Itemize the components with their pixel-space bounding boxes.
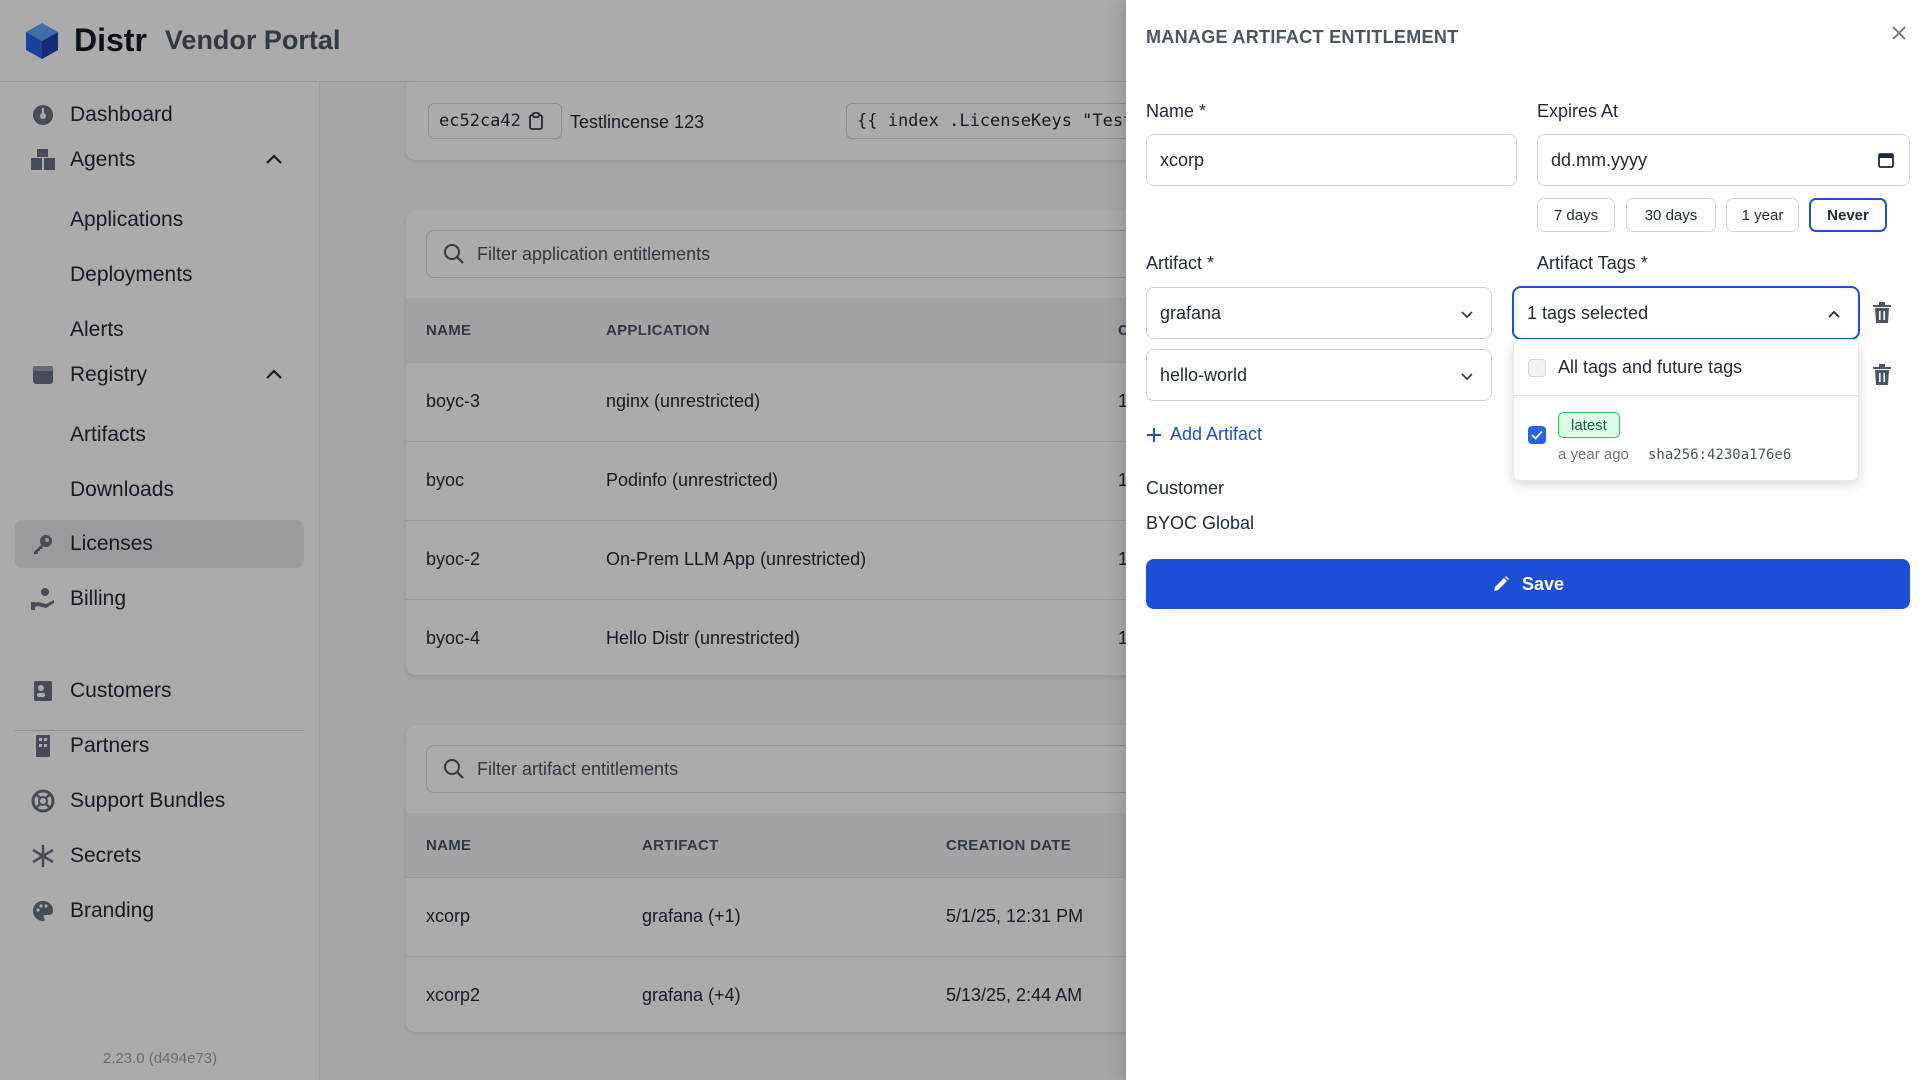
expiry-preset-7-days[interactable]: 7 days — [1537, 198, 1615, 232]
add-artifact-label: Add Artifact — [1170, 424, 1263, 444]
expires-at-placeholder: dd.mm.yyyy — [1551, 149, 1648, 170]
customer-label: Customer — [1146, 478, 1225, 498]
save-button[interactable]: Save — [1146, 559, 1910, 609]
expires-at-label: Expires At — [1537, 101, 1619, 121]
delete-artifact-button[interactable] — [1871, 363, 1893, 387]
trash-icon — [1873, 302, 1891, 323]
pencil-icon — [1493, 576, 1509, 591]
chevron-down-icon — [1461, 373, 1473, 381]
customer-value: BYOC Global — [1146, 513, 1255, 533]
tag-digest: sha256:4230a176e6 — [1648, 447, 1792, 463]
trash-icon — [1873, 364, 1891, 385]
artifact-select-value: grafana — [1160, 302, 1222, 323]
artifact-select-value: hello-world — [1160, 364, 1248, 385]
artifact-tags-summary: 1 tags selected — [1527, 302, 1649, 323]
artifact-tags-select[interactable]: 1 tags selected — [1513, 287, 1859, 339]
expires-at-input[interactable]: dd.mm.yyyy — [1537, 134, 1910, 186]
calendar-icon[interactable] — [1877, 151, 1895, 169]
add-artifact-button[interactable]: Add Artifact — [1146, 424, 1262, 445]
manage-artifact-entitlement-drawer: MANAGE ARTIFACT ENTITLEMENT Name * xcorp… — [1126, 0, 1920, 1080]
close-icon — [1892, 26, 1906, 40]
save-label: Save — [1521, 573, 1565, 594]
all-tags-checkbox[interactable] — [1528, 358, 1546, 377]
artifact-select[interactable]: grafana — [1146, 287, 1492, 339]
tag-option-latest[interactable]: latest a year ago sha256:4230a176e6 — [1514, 397, 1858, 482]
artifact-select[interactable]: hello-world — [1146, 349, 1492, 401]
modal-backdrop[interactable] — [0, 0, 1126, 1080]
name-label: Name * — [1146, 101, 1207, 121]
expiry-preset-1-year[interactable]: 1 year — [1726, 198, 1799, 232]
all-tags-label: All tags and future tags — [1558, 357, 1743, 377]
close-button[interactable] — [1888, 22, 1910, 44]
drawer-title: MANAGE ARTIFACT ENTITLEMENT — [1146, 27, 1459, 47]
name-input[interactable]: xcorp — [1146, 134, 1517, 186]
plus-icon — [1147, 427, 1161, 442]
tag-checkbox[interactable] — [1528, 426, 1546, 444]
chevron-down-icon — [1461, 311, 1473, 319]
artifact-label: Artifact * — [1146, 253, 1215, 273]
expiry-preset-never[interactable]: Never — [1809, 198, 1887, 232]
chevron-up-icon — [1828, 310, 1840, 318]
all-tags-option[interactable]: All tags and future tags — [1514, 340, 1858, 396]
artifact-tags-dropdown: All tags and future tags latest a year a… — [1513, 339, 1859, 481]
tag-time: a year ago — [1558, 446, 1629, 463]
tag-badge: latest — [1558, 412, 1620, 438]
delete-artifact-button[interactable] — [1871, 301, 1893, 325]
artifact-tags-label: Artifact Tags * — [1537, 253, 1648, 273]
expiry-preset-30-days[interactable]: 30 days — [1626, 198, 1716, 232]
check-icon — [1531, 430, 1543, 440]
